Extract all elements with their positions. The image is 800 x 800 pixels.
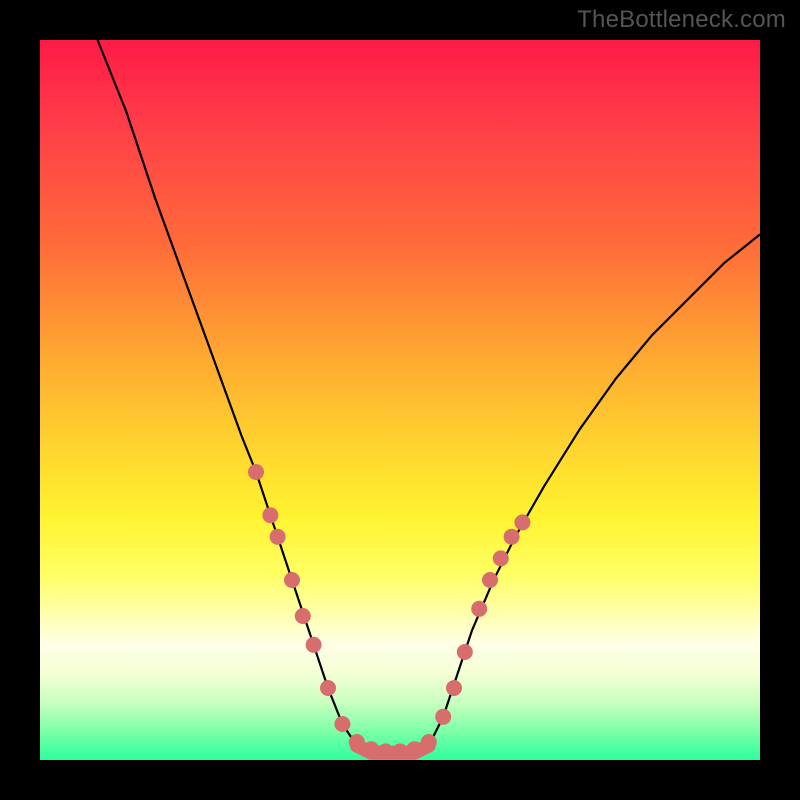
data-marker bbox=[262, 507, 278, 523]
watermark-text: TheBottleneck.com bbox=[577, 6, 786, 34]
curve-group bbox=[98, 40, 760, 753]
data-marker bbox=[295, 608, 311, 624]
data-marker bbox=[320, 680, 336, 696]
data-marker bbox=[334, 716, 350, 732]
data-marker bbox=[248, 464, 264, 480]
valley-flat-group bbox=[357, 746, 429, 753]
data-marker bbox=[482, 572, 498, 588]
chart-frame: TheBottleneck.com bbox=[0, 0, 800, 800]
data-marker bbox=[306, 637, 322, 653]
data-marker bbox=[457, 644, 473, 660]
data-marker bbox=[270, 529, 286, 545]
plot-area bbox=[40, 40, 760, 760]
data-marker bbox=[514, 514, 530, 530]
curve-layer bbox=[40, 40, 760, 760]
valley-flat-line bbox=[357, 746, 429, 753]
data-marker bbox=[435, 709, 451, 725]
data-marker bbox=[493, 550, 509, 566]
data-marker bbox=[446, 680, 462, 696]
marker-group bbox=[248, 464, 530, 759]
data-marker bbox=[471, 601, 487, 617]
data-marker bbox=[504, 529, 520, 545]
bottleneck-curve bbox=[98, 40, 760, 753]
data-marker bbox=[284, 572, 300, 588]
